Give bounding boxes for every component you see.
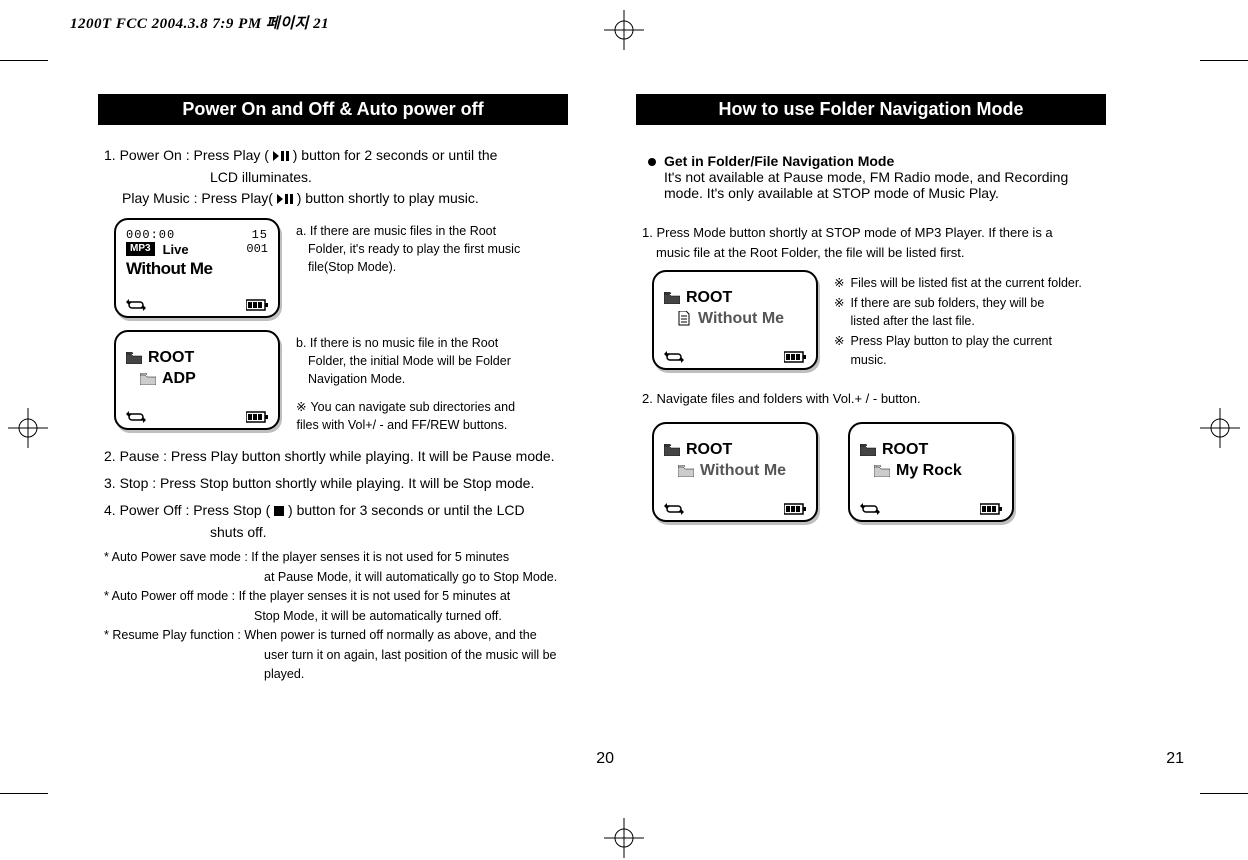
folder-icon [874,465,890,477]
battery-icon [784,502,806,514]
repeat-icon [126,410,146,422]
text: 1. Power On : Press Play ( [104,147,269,163]
registration-mark-right [1198,406,1242,450]
lcd-screen-nav3: ROOT My Rock [848,422,1014,522]
battery-icon [246,298,268,310]
battery-icon [246,410,268,422]
nav-notes: ※Files will be listed fist at the curren… [834,270,1144,371]
folder-icon [664,444,680,456]
text: ) button for 2 seconds or until the [293,147,498,163]
repeat-icon [664,502,684,514]
page-right: How to use Folder Navigation Mode Get in… [624,88,1184,768]
crop-tick [0,793,48,794]
page-left: Power On and Off & Auto power off 1. Pow… [64,88,624,768]
step-1: 1. Press Mode button shortly at STOP mod… [642,223,1144,262]
stop-paragraph: 3. Stop : Press Stop button shortly whil… [104,473,606,494]
crop-tick [1200,60,1248,61]
folder-icon [860,444,876,456]
reference-mark-icon: ※ [834,332,844,368]
reference-mark-icon: ※ [834,274,844,292]
reference-mark-icon: ※ [834,294,844,330]
step-2: 2. Navigate files and folders with Vol.+… [642,389,1144,409]
lcd-root-label: ROOT [148,349,194,367]
bullet-section: Get in Folder/File Navigation Mode It's … [664,153,1068,201]
play-pause-icon [277,189,293,210]
lcd-time: 000:00 [126,228,175,242]
page-number-left: 20 [596,750,614,768]
footnotes: * Auto Power save mode : If the player s… [104,549,606,684]
lcd-song-title: Without Me [126,259,268,279]
registration-mark-bottom [602,816,646,860]
repeat-icon [664,350,684,362]
power-on-paragraph: 1. Power On : Press Play ( ) button for … [104,145,606,210]
stop-icon [274,501,284,522]
lcd-live: Live [163,242,189,257]
lcd-screen-folder: ROOT ADP [114,330,280,430]
lcd-root-label: ROOT [882,441,928,459]
section-title-right: How to use Folder Navigation Mode [636,94,1106,125]
text: Play Music : Press Play( [104,190,273,206]
lcd-root-label: ROOT [686,289,732,307]
battery-icon [980,502,1002,514]
folder-icon [678,465,694,477]
bullet-icon [648,158,656,166]
note-a: a. If there are music files in the Root … [296,218,606,276]
power-off-paragraph: 4. Power Off : Press Stop ( ) button for… [104,500,606,543]
mp3-badge: MP3 [126,242,155,256]
print-header-text: 1200T FCC 2004.3.8 7:9 PM 페이지 21 [70,12,329,33]
lcd-file-label: Without Me [700,462,786,480]
lcd-track-total: 15 [252,228,268,242]
folder-icon [126,352,142,364]
lcd-root-label: ROOT [686,441,732,459]
lcd-track-num: 001 [246,242,268,256]
play-pause-icon [273,146,289,167]
crop-tick [1200,793,1248,794]
repeat-icon [860,502,880,514]
registration-mark-top [602,8,646,52]
lcd-folder-label: My Rock [896,462,962,480]
lcd-screen-playing: 000:00 15 MP3 Live 001 Without Me [114,218,280,318]
battery-icon [784,350,806,362]
crop-tick [0,60,48,61]
lcd-screen-nav2: ROOT Without Me [652,422,818,522]
note-b: b. If there is no music file in the Root… [296,330,606,435]
file-icon [678,311,692,327]
folder-icon [664,292,680,304]
text: LCD illuminates. [104,169,312,185]
lcd-screen-nav1: ROOT Without Me [652,270,818,370]
folder-icon [140,373,156,385]
lcd-file-label: Without Me [698,310,784,328]
registration-mark-left [6,406,50,450]
pause-paragraph: 2. Pause : Press Play button shortly whi… [104,446,606,467]
text: ) button shortly to play music. [297,190,479,206]
page-number-right: 21 [1166,750,1184,768]
lcd-subfolder-label: ADP [162,370,196,388]
section-title-left: Power On and Off & Auto power off [98,94,568,125]
repeat-icon [126,298,146,310]
